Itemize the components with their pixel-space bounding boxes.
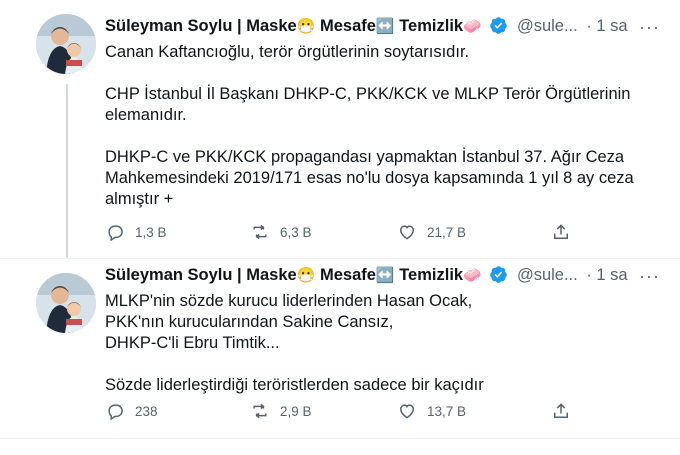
tweet-text: MLKP'nin sözde kurucu liderlerinden Hasa… <box>105 291 666 396</box>
tweet-paragraph: Canan Kaftancıoğlu, terör örgütlerinin s… <box>105 43 470 61</box>
tweet-paragraph: DHKP-C ve PKK/KCK propagandası yapmaktan… <box>105 148 634 208</box>
tweet-content: Süleyman Soylu | Maske😷 Mesafe↔️ Temizli… <box>105 265 666 396</box>
tweet-paragraph: CHP İstanbul İl Başkanı DHKP-C, PKK/KCK … <box>105 85 631 124</box>
tweet-paragraph: MLKP'nin sözde kurucu liderlerinden Hasa… <box>105 292 473 352</box>
share-icon <box>554 403 568 418</box>
tweet-header: Süleyman Soylu | Maske😷 Mesafe↔️ Temizli… <box>105 16 666 42</box>
tweet-divider <box>0 438 680 439</box>
avatar[interactable] <box>36 14 96 74</box>
retweet-count: 2,9 B <box>280 403 312 419</box>
author-name[interactable]: Süleyman Soylu | Maske😷 Mesafe↔️ Temizli… <box>105 266 486 284</box>
like-button[interactable]: 21,7 B <box>397 222 466 242</box>
like-count: 21,7 B <box>427 224 467 240</box>
reply-icon <box>108 404 123 421</box>
retweet-count: 6,3 B <box>280 224 312 240</box>
reply-count: 1,3 B <box>135 224 167 240</box>
retweet-icon <box>253 403 267 419</box>
tweet-time[interactable]: · 1 sa <box>586 266 627 284</box>
tweet-content: Süleyman Soylu | Maske😷 Mesafe↔️ Temizli… <box>105 16 666 210</box>
author-handle[interactable]: @sule... <box>517 17 578 35</box>
tweet-2[interactable]: Süleyman Soylu | Maske😷 Mesafe↔️ Temizli… <box>0 258 680 439</box>
share-button[interactable] <box>551 401 581 421</box>
heart-icon <box>399 404 415 419</box>
tweet-actions: 1,3 B 6,3 B 21,7 B <box>105 222 680 248</box>
share-icon <box>554 224 568 239</box>
verified-badge-icon <box>490 17 508 34</box>
heart-icon <box>399 225 415 240</box>
retweet-button[interactable]: 6,3 B <box>250 222 312 242</box>
like-count: 13,7 B <box>427 403 467 419</box>
tweet-1[interactable]: Süleyman Soylu | Maske😷 Mesafe↔️ Temizli… <box>0 0 680 258</box>
tweet-time[interactable]: · 1 sa <box>586 17 627 35</box>
tweet-actions: 238 2,9 B 13,7 B <box>105 401 680 427</box>
reply-icon <box>108 225 123 242</box>
reply-button[interactable]: 1,3 B <box>105 222 167 242</box>
share-button[interactable] <box>551 222 581 242</box>
avatar[interactable] <box>36 273 96 333</box>
reply-count: 238 <box>135 403 158 419</box>
avatar-image <box>36 14 96 74</box>
reply-button[interactable]: 238 <box>105 401 158 421</box>
tweet-paragraph: Sözde liderleştirdiği teröristlerden sad… <box>105 376 484 394</box>
like-button[interactable]: 13,7 B <box>397 401 466 421</box>
retweet-icon <box>253 224 267 240</box>
verified-badge-icon <box>490 266 508 283</box>
thread-connector-line <box>66 84 68 258</box>
retweet-button[interactable]: 2,9 B <box>250 401 312 421</box>
avatar-image <box>36 273 96 333</box>
author-name[interactable]: Süleyman Soylu | Maske😷 Mesafe↔️ Temizli… <box>105 17 486 35</box>
author-handle[interactable]: @sule... <box>517 266 578 284</box>
more-options-icon[interactable]: ··· <box>639 17 660 38</box>
tweet-text: Canan Kaftancıoğlu, terör örgütlerinin s… <box>105 42 666 210</box>
more-options-icon[interactable]: ··· <box>639 266 660 287</box>
tweet-header: Süleyman Soylu | Maske😷 Mesafe↔️ Temizli… <box>105 265 666 291</box>
